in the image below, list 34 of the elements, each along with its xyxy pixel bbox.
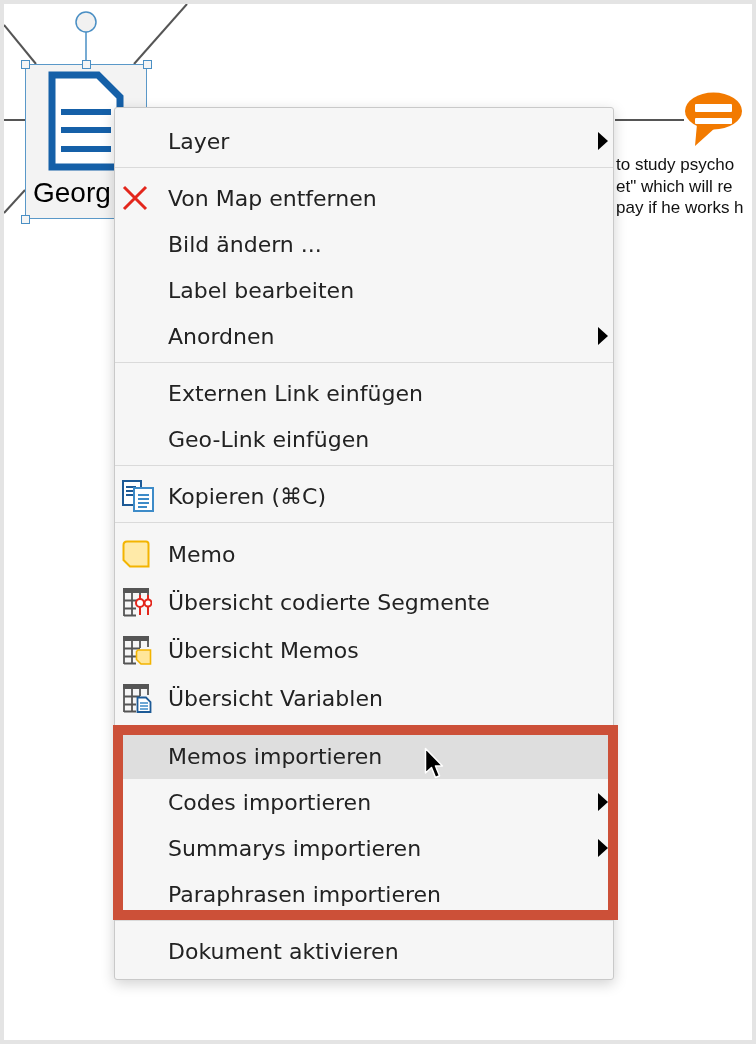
connector-line (133, 4, 188, 65)
mouse-pointer-icon (424, 747, 444, 780)
menu-item[interactable]: Memo (115, 530, 613, 578)
connector-line (4, 119, 26, 121)
menu-item[interactable]: Codes importieren (115, 779, 613, 825)
menu-item[interactable]: Geo-Link einfügen (115, 416, 613, 462)
resize-handle[interactable] (143, 60, 152, 69)
table-with-markers-icon (122, 587, 152, 617)
menu-item[interactable]: Summarys importieren (115, 825, 613, 871)
connector-line (4, 189, 26, 214)
node-label: Georg (33, 177, 111, 209)
menu-item[interactable]: Paraphrasen importieren (115, 871, 613, 917)
table-with-document-icon (122, 683, 152, 713)
menu-item[interactable]: Übersicht Memos (115, 626, 613, 674)
menu-item[interactable]: Externen Link einfügen (115, 370, 613, 416)
connector-line (614, 119, 685, 121)
menu-item[interactable]: Kopieren (⌘C) (115, 473, 613, 519)
menu-item[interactable]: Label bearbeiten (115, 267, 613, 313)
speech-bubble-icon (684, 92, 743, 147)
menu-item[interactable]: Übersicht codierte Segmente (115, 578, 613, 626)
menu-item[interactable]: Bild ändern ... (115, 221, 613, 267)
table-with-note-icon (122, 635, 152, 665)
resize-handle[interactable] (21, 60, 30, 69)
menu-item[interactable]: Anordnen (115, 313, 613, 359)
rotate-handle[interactable] (75, 11, 97, 60)
note-icon (122, 540, 150, 568)
connector-line (4, 24, 37, 65)
documents-icon (122, 480, 154, 512)
menu-item[interactable]: Übersicht Variablen (115, 674, 613, 722)
resize-handle[interactable] (21, 215, 30, 224)
menu-item[interactable]: Dokument aktivieren (115, 928, 613, 974)
resize-handle[interactable] (82, 60, 91, 69)
note-text: to study psycho et" which will re pay if he works h (616, 154, 744, 219)
x-mark-icon (122, 185, 148, 211)
